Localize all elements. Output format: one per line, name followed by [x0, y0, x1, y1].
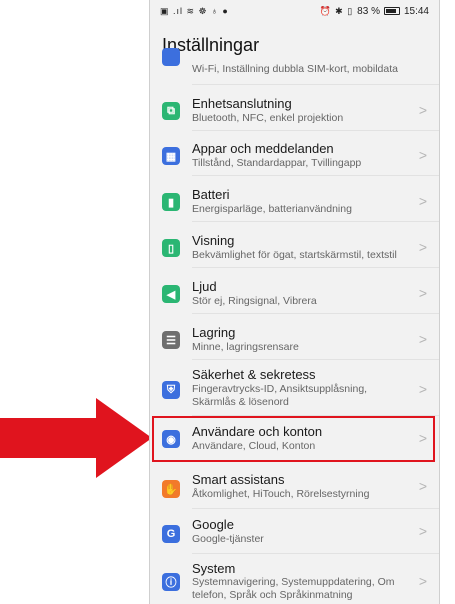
chevron-right-icon: > [418, 381, 427, 397]
divider [192, 84, 439, 85]
row-title: Enhetsanslutning [192, 96, 292, 111]
row-subtitle: Tillstånd, Standardappar, Tvillingapp [192, 157, 362, 169]
settings-row-google[interactable]: G Google Google-tjänster > [150, 509, 439, 554]
row-subtitle: Användare, Cloud, Konton [192, 440, 316, 452]
chevron-right-icon: > [418, 147, 427, 163]
row-subtitle: Minne, lagringsrensare [192, 341, 299, 353]
chevron-right-icon: > [418, 331, 427, 347]
status-icons-left: ▣ .ıl ≋ ☸ ♁ ● [160, 5, 229, 16]
battery-icon: ▮ [162, 193, 180, 211]
clock: 15:44 [403, 5, 429, 17]
row-title: System [192, 561, 236, 576]
settings-row-anvandare[interactable]: ◉ Användare och konton Användare, Cloud,… [150, 416, 439, 462]
chevron-right-icon: > [418, 102, 427, 118]
settings-row-network[interactable]: Wi-Fi, Inställning dubbla SIM-kort, mobi… [150, 48, 439, 85]
storage-icon: ☰ [162, 331, 180, 349]
divider [192, 313, 439, 314]
row-title: Smart assistans [192, 472, 285, 487]
row-title: Visning [192, 233, 235, 248]
shield-icon: ⛨ [162, 381, 180, 399]
divider [192, 267, 439, 268]
battery-icon [383, 7, 400, 15]
apps-icon: ▦ [162, 147, 180, 165]
battery-percent: 83 % [357, 5, 380, 17]
settings-row-visning[interactable]: ▯ Visning Bekvämlighet för ögat, startsk… [150, 223, 439, 268]
divider [192, 175, 439, 176]
chevron-right-icon: > [418, 430, 427, 446]
chevron-right-icon: > [418, 523, 427, 539]
display-icon: ▯ [162, 239, 180, 257]
red-arrow-icon [0, 398, 152, 478]
row-subtitle: Google-tjänster [192, 533, 264, 545]
chevron-right-icon: > [418, 193, 427, 209]
chevron-right-icon: > [418, 285, 427, 301]
row-subtitle: Bekvämlighet för ögat, startskärmstil, t… [192, 249, 397, 261]
settings-row-appar[interactable]: ▦ Appar och meddelanden Tillstånd, Stand… [150, 131, 439, 176]
device-connection-icon: ⧉ [162, 102, 180, 120]
row-title: Appar och meddelanden [192, 141, 334, 156]
settings-row-ljud[interactable]: ◀ Ljud Stör ej, Ringsignal, Vibrera > [150, 269, 439, 314]
settings-row-lagring[interactable]: ☰ Lagring Minne, lagringsrensare > [150, 315, 439, 360]
sound-icon: ◀ [162, 285, 180, 303]
status-bar: ▣ .ıl ≋ ☸ ♁ ● ⏰ ✱ ▯ 83 % 15:44 [150, 0, 439, 22]
status-icons-right: ⏰ ✱ ▯ [319, 5, 354, 16]
chevron-right-icon: > [418, 478, 427, 494]
phone-screen: ▣ .ıl ≋ ☸ ♁ ● ⏰ ✱ ▯ 83 % 15:44 Inställni… [149, 0, 440, 604]
divider [192, 359, 439, 360]
row-subtitle: Bluetooth, NFC, enkel projektion [192, 112, 344, 124]
system-icon: ⓘ [162, 573, 180, 591]
chevron-right-icon: > [418, 573, 427, 589]
row-subtitle: Stör ej, Ringsignal, Vibrera [192, 295, 317, 307]
google-icon: G [162, 525, 180, 543]
settings-row-sakerhet[interactable]: ⛨ Säkerhet & sekretess Fingeravtrycks-ID… [150, 361, 439, 416]
network-icon [162, 48, 180, 66]
settings-row-system[interactable]: ⓘ System Systemnavigering, Systemuppdate… [150, 555, 439, 604]
row-subtitle: Fingeravtrycks-ID, Ansiktsupplåsning, Sk… [192, 383, 368, 408]
chevron-right-icon: > [418, 239, 427, 255]
row-title: Ljud [192, 279, 217, 294]
row-title: Användare och konton [192, 424, 323, 439]
settings-row-smart-assistans[interactable]: ✋ Smart assistans Åtkomlighet, HiTouch, … [150, 464, 439, 509]
row-title: Google [192, 517, 234, 532]
row-subtitle: Åtkomlighet, HiTouch, Rörelsestyrning [192, 488, 370, 500]
row-subtitle: Systemnavigering, Systemuppdatering, Om … [192, 576, 395, 601]
row-subtitle: Wi-Fi, Inställning dubbla SIM-kort, mobi… [192, 63, 398, 75]
row-title: Lagring [192, 325, 236, 340]
hand-icon: ✋ [162, 480, 180, 498]
user-icon: ◉ [162, 430, 180, 448]
settings-row-batteri[interactable]: ▮ Batteri Energisparläge, batterianvändn… [150, 177, 439, 222]
settings-row-enhetsanslutning[interactable]: ⧉ Enhetsanslutning Bluetooth, NFC, enkel… [150, 86, 439, 131]
row-title: Batteri [192, 187, 230, 202]
divider [192, 553, 439, 554]
row-title: Säkerhet & sekretess [192, 367, 316, 382]
row-subtitle: Energisparläge, batterianvändning [192, 203, 352, 215]
divider [192, 221, 439, 222]
